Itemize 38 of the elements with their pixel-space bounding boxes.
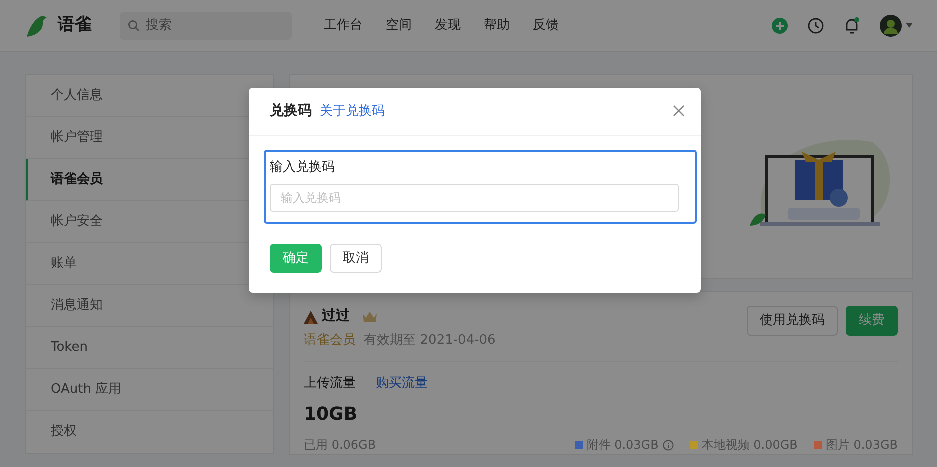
redeem-code-input[interactable]: 输入兑换码 — [270, 184, 679, 212]
crown-icon — [362, 310, 378, 322]
info-icon[interactable] — [662, 440, 674, 450]
legend-label: 附件 0.03GB — [586, 437, 659, 454]
legend-label: 本地视频 0.00GB — [702, 437, 798, 454]
expiry-date: 有效期至 2021-04-06 — [364, 333, 496, 348]
dialog-title: 兑换码 — [270, 102, 312, 121]
mountain-avatar-icon — [304, 310, 318, 324]
nav-link[interactable]: 帮助 — [484, 16, 510, 36]
user-name: 过过 — [322, 307, 350, 326]
caret-icon[interactable] — [906, 23, 913, 28]
about-redeem-link[interactable]: 关于兑换码 — [320, 102, 385, 122]
legend-label: 图片 0.03GB — [826, 437, 898, 454]
confirm-button[interactable]: 确定 — [270, 244, 322, 273]
buy-traffic-link[interactable]: 购买流量 — [376, 376, 428, 390]
upload-label: 上传流量 — [304, 376, 356, 390]
avatar-icon[interactable] — [880, 14, 902, 36]
sidebar-item[interactable]: OAuth 应用 — [26, 369, 273, 411]
redeem-button[interactable]: 使用兑换码 — [747, 306, 838, 336]
nav-link[interactable]: 空间 — [386, 16, 412, 36]
nav-link[interactable]: 反馈 — [533, 16, 559, 36]
app-name[interactable]: 语雀 — [58, 12, 92, 38]
add-icon[interactable] — [772, 18, 788, 34]
renew-button[interactable]: 续费 — [846, 306, 898, 336]
membership-level: 语雀会员 — [304, 333, 356, 348]
search-input: 搜索 — [144, 14, 264, 36]
search-icon — [128, 20, 140, 32]
nav-link[interactable]: 工作台 — [324, 16, 363, 36]
sidebar-item[interactable]: Token — [26, 327, 273, 369]
upload-amount: 10GB — [304, 403, 359, 427]
clock-icon[interactable] — [808, 18, 824, 34]
used-amount: 已用 0.06GB — [304, 437, 376, 454]
sidebar-item[interactable]: 授权 — [26, 411, 273, 453]
nav-link[interactable]: 发现 — [435, 16, 461, 36]
cancel-button[interactable]: 取消 — [330, 244, 382, 273]
bell-icon[interactable] — [844, 16, 860, 34]
field-label: 输入兑换码 — [270, 159, 336, 177]
search-field[interactable]: 搜索 — [120, 12, 292, 40]
